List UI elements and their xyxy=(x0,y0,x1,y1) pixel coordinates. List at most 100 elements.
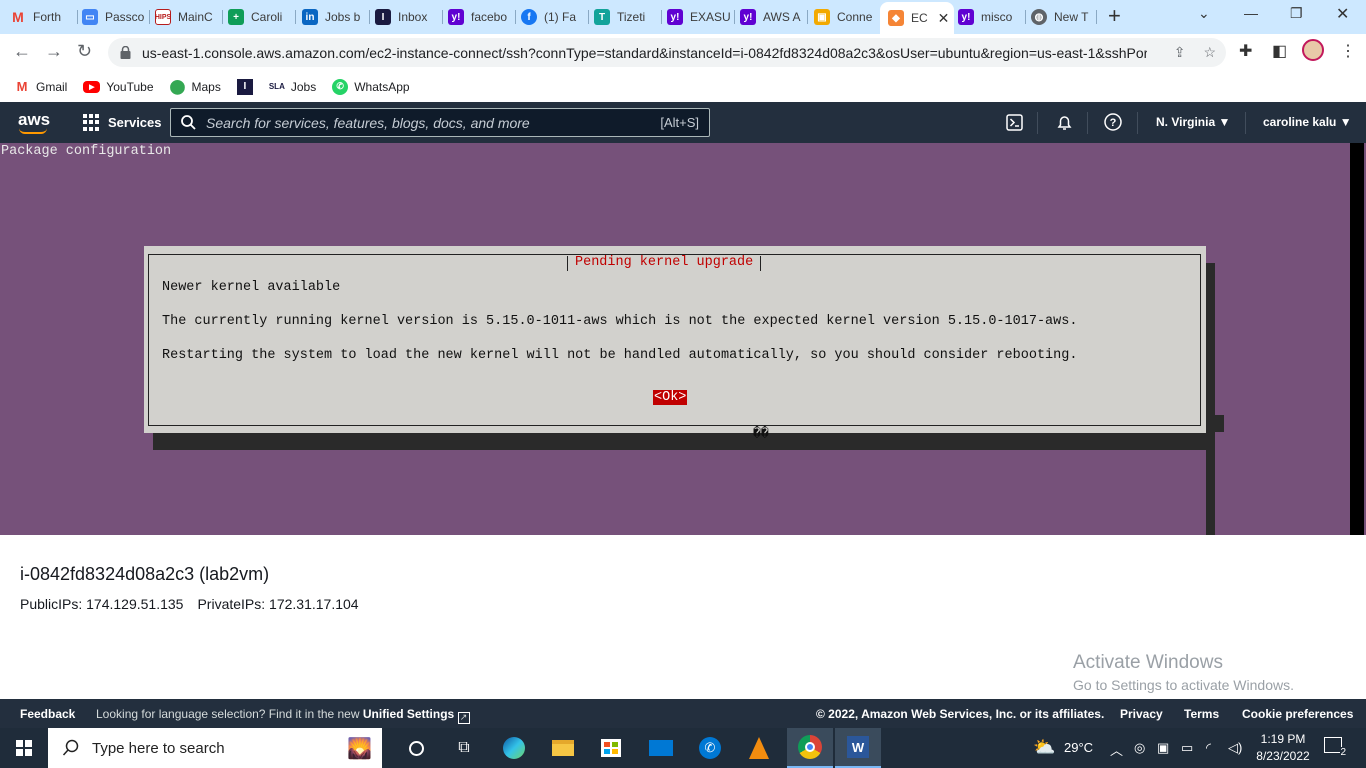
volume-icon[interactable]: ◁) xyxy=(1228,740,1242,756)
activate-windows-watermark: Activate Windows Go to Settings to activ… xyxy=(1073,652,1294,693)
ec2-icon: ◆ xyxy=(888,10,904,26)
terminal-scrollbar[interactable] xyxy=(1350,143,1364,535)
minimize-icon[interactable]: — xyxy=(1244,5,1258,21)
browser-tab[interactable]: T Tizeti xyxy=(594,4,662,30)
show-hidden-icons[interactable]: ︿ xyxy=(1110,740,1123,759)
privacy-link[interactable]: Privacy xyxy=(1120,707,1163,721)
dialog-heading: Newer kernel available xyxy=(162,280,341,295)
dialog-frame: Pending kernel upgrade Newer kernel avai… xyxy=(148,254,1201,441)
browser-tab[interactable]: I Inbox xyxy=(375,4,443,30)
security-icon[interactable]: ▣ xyxy=(1157,740,1169,756)
bookmark-jobs[interactable]: SLA Jobs xyxy=(269,79,316,95)
side-panel-icon[interactable]: ◧ xyxy=(1272,41,1287,61)
meet-now-icon[interactable]: ◎ xyxy=(1134,740,1145,756)
garbled-glyphs: �� xyxy=(753,426,769,441)
vlc-icon[interactable] xyxy=(746,736,772,760)
unified-settings-link[interactable]: Unified Settings xyxy=(363,707,454,721)
cortana-icon[interactable] xyxy=(403,736,429,760)
back-icon[interactable]: ← xyxy=(13,41,31,62)
region-selector[interactable]: N. Virginia ▼ xyxy=(1156,115,1230,129)
browser-tab-strip: M Forth ▭ Passco HIPS MainC + Caroli in … xyxy=(0,0,1366,34)
microsoft-store-icon[interactable] xyxy=(598,736,624,760)
browser-tab[interactable]: y! AWS A xyxy=(740,4,808,30)
wifi-icon[interactable]: ◜ xyxy=(1206,740,1211,756)
battery-icon[interactable]: ▭ xyxy=(1181,740,1193,756)
browser-tab-active[interactable]: ◆ EC ✕ xyxy=(880,2,954,34)
bookmark-gmail[interactable]: M Gmail xyxy=(14,79,68,95)
browser-tab[interactable]: y! EXASU xyxy=(667,4,735,30)
ok-button[interactable]: <Ok> xyxy=(653,390,688,405)
forward-icon[interactable]: → xyxy=(45,41,63,62)
file-explorer-icon[interactable] xyxy=(550,736,576,760)
watermark-title: Activate Windows xyxy=(1073,652,1223,673)
clock-date: 8/23/2022 xyxy=(1256,749,1310,763)
kernel-upgrade-dialog: Pending kernel upgrade Newer kernel avai… xyxy=(144,246,1206,441)
address-bar[interactable]: us-east-1.console.aws.amazon.com/ec2-ins… xyxy=(108,38,1226,67)
bell-icon[interactable] xyxy=(1055,113,1073,131)
browser-tab[interactable]: + Caroli xyxy=(228,4,296,30)
tab-label: EXASU xyxy=(690,10,731,24)
skype-icon[interactable]: ✆ xyxy=(697,736,723,760)
ssh-terminal[interactable]: Package configuration Pending kernel upg… xyxy=(0,143,1366,535)
browser-tab[interactable]: ▭ Passco xyxy=(82,4,150,30)
mail-icon[interactable] xyxy=(648,736,674,760)
search-icon xyxy=(62,739,79,756)
weather-icon[interactable]: ⛅ xyxy=(1033,737,1055,758)
url-text[interactable]: us-east-1.console.aws.amazon.com/ec2-ins… xyxy=(142,45,1147,61)
notification-count: 2 xyxy=(1340,747,1346,758)
terms-link[interactable]: Terms xyxy=(1184,707,1219,721)
services-menu-button[interactable]: Services xyxy=(83,114,162,131)
tab-label: MainC xyxy=(178,10,213,24)
extensions-icon[interactable]: ✚ xyxy=(1239,41,1252,61)
chrome-icon[interactable] xyxy=(787,728,833,768)
bookmark-label: YouTube xyxy=(106,79,154,94)
browser-tab[interactable]: ◍ New T xyxy=(1031,4,1097,30)
reload-icon[interactable]: ↻ xyxy=(77,41,92,62)
instance-ips: PublicIPs: 174.129.51.135 PrivateIPs: 172… xyxy=(20,596,359,612)
tab-label: EC xyxy=(911,11,928,25)
gmail-icon: M xyxy=(12,9,24,25)
notification-center-icon[interactable]: 2 xyxy=(1324,737,1346,758)
tab-search-icon[interactable]: ⌄ xyxy=(1198,5,1210,22)
cloudshell-icon[interactable] xyxy=(1005,113,1023,131)
share-icon[interactable]: ⇪ xyxy=(1174,44,1186,61)
bookmark-label: WhatsApp xyxy=(354,79,410,94)
help-icon[interactable]: ? xyxy=(1104,113,1122,131)
bookmark-star-icon[interactable]: ☆ xyxy=(1203,44,1216,61)
windows-start-icon[interactable] xyxy=(16,740,32,756)
aws-top-nav: aws Services Search for services, featur… xyxy=(0,102,1366,143)
taskbar-search-input[interactable]: Type here to search 🌄 xyxy=(48,728,382,768)
edge-icon[interactable] xyxy=(501,736,527,760)
browser-tab[interactable]: ▣ Conne xyxy=(814,4,880,30)
browser-tab[interactable]: M Forth xyxy=(10,4,78,30)
profile-avatar[interactable] xyxy=(1302,39,1324,66)
bookmark-whatsapp[interactable]: ✆ WhatsApp xyxy=(332,78,410,95)
browser-tab[interactable]: in Jobs b xyxy=(302,4,370,30)
browser-tab[interactable]: f (1) Fa xyxy=(521,4,589,30)
lock-icon[interactable] xyxy=(118,46,132,60)
account-menu[interactable]: caroline kalu ▼ xyxy=(1263,115,1352,129)
weather-temp[interactable]: 29°C xyxy=(1064,740,1093,755)
bookmark-maps[interactable]: ⬤ Maps xyxy=(170,78,221,95)
bookmark-indeed[interactable]: I xyxy=(236,78,253,95)
close-tab-icon[interactable]: ✕ xyxy=(938,10,950,27)
aws-search-input[interactable]: Search for services, features, blogs, do… xyxy=(170,108,710,137)
feedback-link[interactable]: Feedback xyxy=(20,707,75,721)
bookmark-label: Jobs xyxy=(290,79,317,94)
tab-label: misco xyxy=(981,10,1013,24)
word-icon[interactable]: W xyxy=(835,728,881,768)
menu-icon[interactable]: ⋮ xyxy=(1340,41,1356,61)
bookmark-label: Maps xyxy=(191,79,221,94)
restore-icon[interactable]: ❐ xyxy=(1290,5,1303,22)
new-tab-button[interactable]: + xyxy=(1108,5,1121,27)
browser-tab[interactable]: HIPS MainC xyxy=(155,4,223,30)
browser-tab[interactable]: y! misco xyxy=(958,4,1026,30)
close-window-icon[interactable]: ✕ xyxy=(1336,4,1349,24)
aws-logo[interactable]: aws xyxy=(18,110,50,134)
task-view-icon[interactable]: ⧉ xyxy=(451,736,477,760)
cookie-preferences-link[interactable]: Cookie preferences xyxy=(1242,707,1353,721)
browser-tab[interactable]: y! facebo xyxy=(448,4,516,30)
system-clock[interactable]: 1:19 PM 8/23/2022 xyxy=(1250,731,1316,765)
bookmark-youtube[interactable]: ▶ YouTube xyxy=(83,79,154,94)
yahoo-icon: y! xyxy=(740,9,756,25)
